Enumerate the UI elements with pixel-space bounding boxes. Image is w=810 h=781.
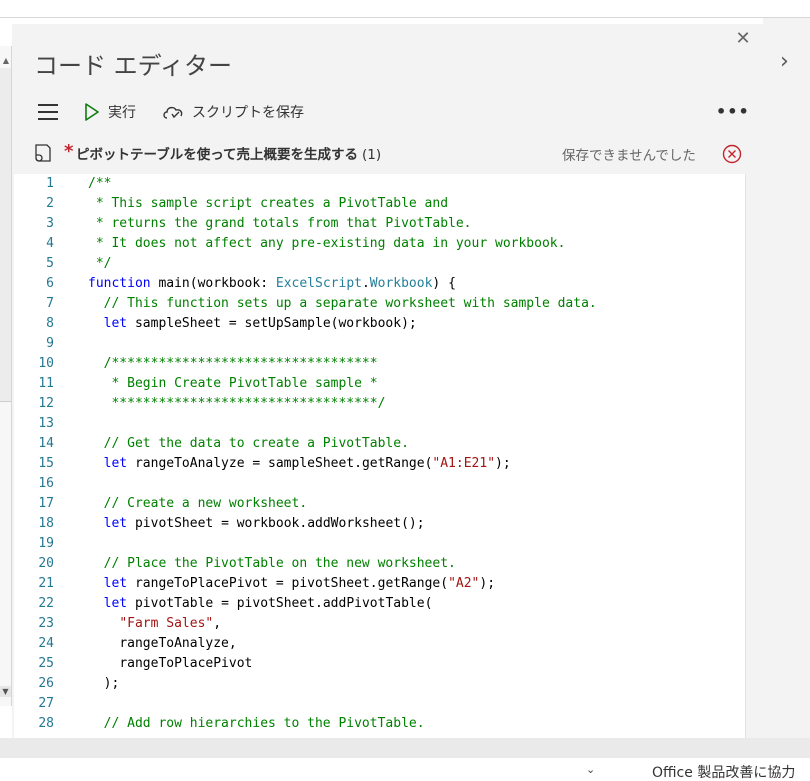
code-line[interactable]: ); (88, 674, 748, 694)
code-line[interactable] (88, 694, 748, 714)
play-icon (85, 103, 99, 121)
code-line[interactable]: let pivotSheet = workbook.addWorksheet()… (88, 514, 748, 534)
line-number: 2 (46, 196, 54, 211)
run-label: 実行 (108, 105, 136, 121)
scroll-up-arrow-icon[interactable]: ▲ (1, 56, 11, 66)
code-line[interactable]: /** (88, 174, 748, 194)
line-number: 1 (46, 176, 54, 191)
top-strip (0, 0, 810, 18)
code-line[interactable]: function main(workbook: ExcelScript.Work… (88, 274, 748, 294)
cloud-sync-icon (163, 106, 183, 119)
close-icon[interactable]: ✕ (734, 30, 752, 48)
line-number: 3 (46, 216, 54, 231)
line-number: 25 (38, 656, 54, 671)
code-editor[interactable]: 1 2 3 4 5 6 7 8 9 10 11 12 13 14 15 16 17 18 19 20 21 22 23 24 2… (14, 174, 761, 740)
unsaved-indicator: * (64, 141, 74, 162)
code-line[interactable]: **********************************/ (88, 394, 748, 414)
line-number: 5 (46, 256, 54, 271)
code-line[interactable]: * returns the grand totals from that Piv… (88, 214, 748, 234)
code-line[interactable]: // Get the data to create a PivotTable. (88, 434, 748, 454)
chevron-down-icon[interactable]: ⌄ (586, 763, 595, 776)
right-side-panel (763, 24, 810, 744)
line-number: 21 (38, 576, 54, 591)
line-number: 19 (38, 536, 54, 551)
menu-icon[interactable] (38, 104, 58, 120)
code-line[interactable] (88, 414, 748, 434)
save-error-message: 保存できませんでした (562, 148, 696, 164)
code-line[interactable]: "Farm Sales", (88, 614, 748, 634)
code-line[interactable]: let sampleSheet = setUpSample(workbook); (88, 314, 748, 334)
line-number: 20 (38, 556, 54, 571)
code-line[interactable] (88, 534, 748, 554)
code-line[interactable]: */ (88, 254, 748, 274)
run-button[interactable]: 実行 (84, 102, 136, 122)
line-number: 24 (38, 636, 54, 651)
line-number: 23 (38, 616, 54, 631)
line-number: 17 (38, 496, 54, 511)
code-line[interactable] (88, 334, 748, 354)
line-number: 12 (38, 396, 54, 411)
script-name[interactable]: ピボットテーブルを使って売上概要を生成する (1) (76, 143, 381, 163)
code-content[interactable]: /** * This sample script creates a Pivot… (88, 174, 748, 734)
script-count: (1) (362, 147, 382, 163)
save-script-button[interactable]: スクリプトを保存 (162, 102, 304, 122)
code-line[interactable]: // Create a new worksheet. (88, 494, 748, 514)
line-number: 10 (38, 356, 54, 371)
line-number: 22 (38, 596, 54, 611)
code-line[interactable] (88, 474, 748, 494)
line-number: 4 (46, 236, 54, 251)
code-line[interactable]: rangeToPlacePivot (88, 654, 748, 674)
line-number-gutter: 1 2 3 4 5 6 7 8 9 10 11 12 13 14 15 16 17 18 19 20 21 22 23 24 2… (14, 174, 64, 734)
line-number: 27 (38, 696, 54, 711)
scroll-thumb[interactable] (0, 68, 11, 402)
code-line[interactable]: * This sample script creates a PivotTabl… (88, 194, 748, 214)
code-line[interactable]: let pivotTable = pivotSheet.addPivotTabl… (88, 594, 748, 614)
line-number: 28 (38, 716, 54, 731)
bottom-bar (0, 738, 810, 758)
script-header: * ピボットテーブルを使って売上概要を生成する (1) 保存できませんでした (12, 136, 763, 166)
line-number: 9 (46, 336, 54, 351)
toolbar: 実行 スクリプトを保存 ••• (12, 98, 763, 126)
code-line[interactable]: rangeToAnalyze, (88, 634, 748, 654)
code-line[interactable]: // Add row hierarchies to the PivotTable… (88, 714, 748, 734)
error-icon[interactable] (722, 144, 742, 164)
more-options-icon[interactable]: ••• (716, 102, 750, 121)
script-title: ピボットテーブルを使って売上概要を生成する (76, 147, 359, 163)
feedback-link[interactable]: Office 製品改善に協力 (652, 762, 795, 781)
pane-title: コード エディター (34, 52, 232, 80)
code-line[interactable]: // This function sets up a separate work… (88, 294, 748, 314)
workbook-scrollbar[interactable]: ▲ ▼ (0, 46, 12, 706)
save-script-label: スクリプトを保存 (192, 105, 304, 121)
line-number: 7 (46, 296, 54, 311)
code-line[interactable]: // Place the PivotTable on the new works… (88, 554, 748, 574)
editor-scrollbar[interactable] (745, 174, 763, 740)
code-line[interactable]: let rangeToPlacePivot = pivotSheet.getRa… (88, 574, 748, 594)
line-number: 15 (38, 456, 54, 471)
line-number: 16 (38, 476, 54, 491)
status-bar: ⌄ Office 製品改善に協力 (0, 758, 810, 781)
script-file-icon (35, 144, 51, 162)
scroll-down-arrow-icon[interactable]: ▼ (0, 686, 11, 697)
code-line[interactable]: * It does not affect any pre-existing da… (88, 234, 748, 254)
code-line[interactable]: /********************************** (88, 354, 748, 374)
code-line[interactable]: * Begin Create PivotTable sample * (88, 374, 748, 394)
chevron-right-icon[interactable]: › (780, 51, 800, 73)
code-line[interactable]: let rangeToAnalyze = sampleSheet.getRang… (88, 454, 748, 474)
line-number: 18 (38, 516, 54, 531)
line-number: 11 (38, 376, 54, 391)
line-number: 8 (46, 316, 54, 331)
line-number: 26 (38, 676, 54, 691)
line-number: 13 (38, 416, 54, 431)
line-number: 14 (38, 436, 54, 451)
line-number: 6 (46, 276, 54, 291)
